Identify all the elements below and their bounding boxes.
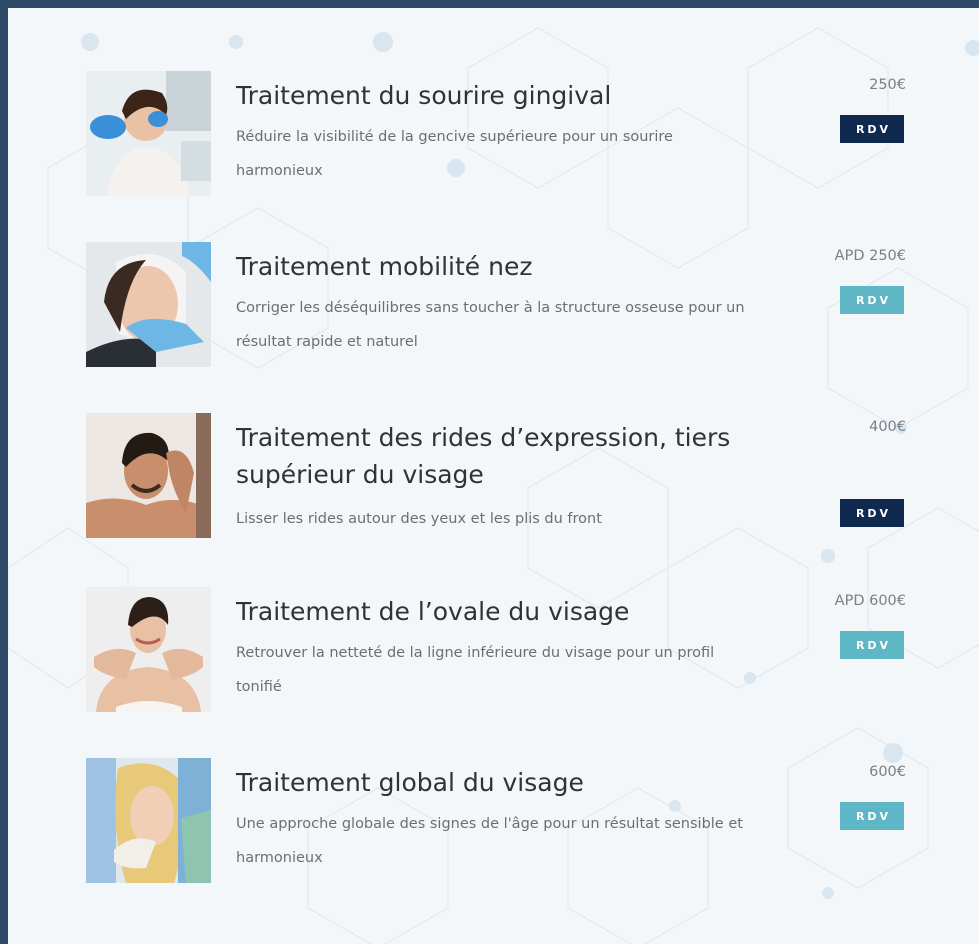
treatment-description: Lisser les rides autour des yeux et les … (236, 511, 602, 527)
treatment-description: Corriger les déséquilibres sans toucher … (236, 300, 745, 350)
treatment-price: 250€ (869, 77, 906, 93)
treatment-price: APD 600€ (834, 593, 906, 609)
treatment-title: Traitement du sourire gingival (236, 81, 612, 110)
treatment-price: 400€ (869, 419, 906, 435)
treatment-item: Traitement global du visage Une approche… (86, 758, 916, 888)
rdv-button[interactable]: RDV (840, 631, 904, 659)
treatment-price: 600€ (869, 764, 906, 780)
treatment-description: Une approche globale des signes de l'âge… (236, 816, 743, 866)
treatment-title: Traitement des rides d’expression, tiers… (236, 423, 731, 489)
man-forehead-photo (86, 413, 211, 538)
treatment-price: APD 250€ (834, 248, 906, 264)
woman-jawline-photo (86, 587, 211, 712)
treatment-description: Retrouver la netteté de la ligne inférie… (236, 645, 715, 695)
rdv-button[interactable]: RDV (840, 499, 904, 527)
treatment-item: Traitement de l’ovale du visage Retrouve… (86, 587, 916, 717)
treatment-title: Traitement mobilité nez (236, 252, 533, 281)
treatment-title: Traitement global du visage (236, 768, 584, 797)
treatment-item: Traitement du sourire gingival Réduire l… (86, 71, 916, 201)
nose-treatment-photo (86, 242, 211, 367)
rdv-button[interactable]: RDV (840, 802, 904, 830)
rdv-button[interactable]: RDV (840, 286, 904, 314)
rdv-button[interactable]: RDV (840, 115, 904, 143)
dental-smile-photo (86, 71, 211, 196)
treatment-list-panel: Traitement du sourire gingival Réduire l… (8, 8, 979, 944)
face-injection-photo (86, 758, 211, 883)
treatment-item: Traitement mobilité nez Corriger les dés… (86, 242, 916, 372)
treatment-title: Traitement de l’ovale du visage (236, 597, 630, 626)
treatment-description: Réduire la visibilité de la gencive supé… (236, 129, 673, 179)
treatment-item: Traitement des rides d’expression, tiers… (86, 413, 916, 543)
